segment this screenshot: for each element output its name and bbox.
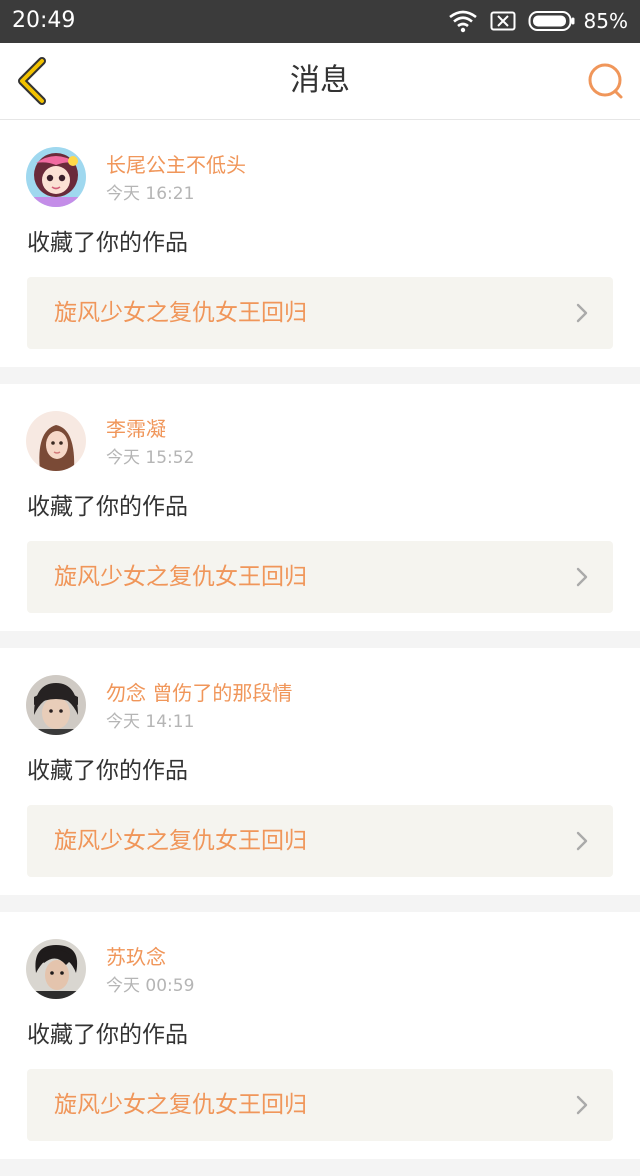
- wifi-icon: [448, 10, 477, 33]
- message-time: 今天 00:59: [106, 976, 195, 996]
- avatar[interactable]: [26, 675, 86, 735]
- no-sim-icon: [490, 11, 516, 31]
- message-text: 收藏了你的作品: [27, 758, 188, 784]
- status-icons: 85%: [448, 6, 628, 36]
- avatar[interactable]: [26, 939, 86, 999]
- message-text: 收藏了你的作品: [27, 1022, 188, 1048]
- username-link[interactable]: 长尾公主不低头: [106, 153, 246, 177]
- message-list: 长尾公主不低头 今天 16:21 收藏了你的作品 旋风少女之复仇女王回归 李霈凝…: [0, 120, 640, 1176]
- message-text: 收藏了你的作品: [27, 230, 188, 256]
- message-text: 收藏了你的作品: [27, 494, 188, 520]
- chevron-right-icon: [576, 1095, 588, 1115]
- message-card: 苏玖念 今天 00:59 收藏了你的作品 旋风少女之复仇女王回归: [0, 912, 640, 1159]
- battery-percent: 85%: [583, 9, 628, 33]
- username-link[interactable]: 李霈凝: [106, 417, 166, 441]
- battery-icon: [528, 11, 575, 31]
- message-card: 勿念 曾伤了的那段情 今天 14:11 收藏了你的作品 旋风少女之复仇女王回归: [0, 648, 640, 895]
- message-time: 今天 16:21: [106, 184, 195, 204]
- work-link[interactable]: 旋风少女之复仇女王回归: [27, 541, 613, 613]
- page-title: 消息: [290, 63, 350, 98]
- avatar[interactable]: [26, 411, 86, 471]
- username-link[interactable]: 勿念 曾伤了的那段情: [106, 681, 292, 705]
- avatar[interactable]: [26, 147, 86, 207]
- work-title: 旋风少女之复仇女王回归: [54, 1092, 307, 1118]
- chevron-right-icon: [576, 567, 588, 587]
- chevron-right-icon: [576, 831, 588, 851]
- work-title: 旋风少女之复仇女王回归: [54, 828, 307, 854]
- nav-bar: 消息: [0, 43, 640, 120]
- work-title: 旋风少女之复仇女王回归: [54, 300, 307, 326]
- message-card: 李霈凝 今天 15:52 收藏了你的作品 旋风少女之复仇女王回归: [0, 384, 640, 631]
- work-link[interactable]: 旋风少女之复仇女王回归: [27, 1069, 613, 1141]
- message-card: 长尾公主不低头 今天 16:21 收藏了你的作品 旋风少女之复仇女王回归: [0, 120, 640, 367]
- work-title: 旋风少女之复仇女王回归: [54, 564, 307, 590]
- message-time: 今天 14:11: [106, 712, 195, 732]
- status-bar: 20:49 85%: [0, 0, 640, 43]
- message-time: 今天 15:52: [106, 448, 195, 468]
- search-icon[interactable]: [586, 61, 626, 101]
- chevron-right-icon: [576, 303, 588, 323]
- work-link[interactable]: 旋风少女之复仇女王回归: [27, 277, 613, 349]
- username-link[interactable]: 苏玖念: [106, 945, 166, 969]
- work-link[interactable]: 旋风少女之复仇女王回归: [27, 805, 613, 877]
- status-time: 20:49: [12, 8, 76, 33]
